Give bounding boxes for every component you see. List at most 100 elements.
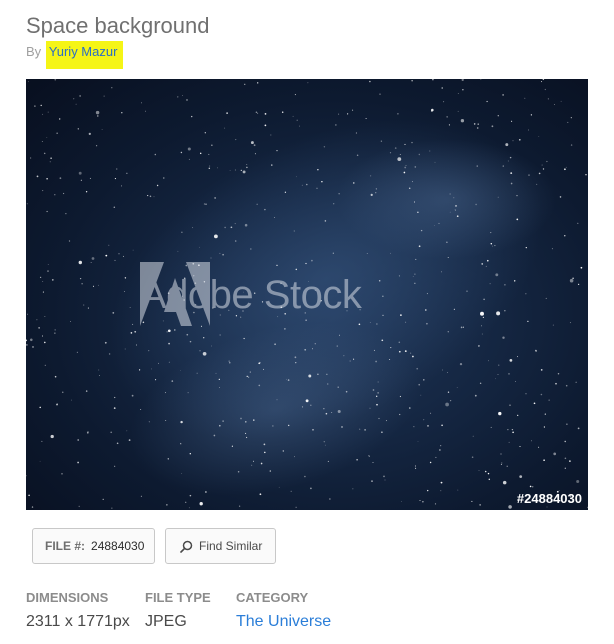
asset-detail-page: Space background By Yuriy Mazur Adobe St… [0, 0, 614, 644]
star [122, 255, 124, 257]
star [155, 379, 157, 381]
star [151, 368, 153, 370]
file-type-value: JPEG [145, 613, 187, 630]
star [54, 332, 56, 334]
star [453, 197, 455, 199]
star [413, 201, 416, 203]
star [409, 407, 411, 409]
star [471, 456, 474, 459]
star [485, 265, 487, 267]
star [376, 323, 378, 325]
star [538, 446, 540, 448]
find-similar-button[interactable]: Find Similar [165, 528, 276, 564]
star [43, 152, 46, 155]
star [104, 341, 107, 344]
star [234, 240, 237, 242]
star [553, 103, 555, 105]
star [208, 153, 210, 155]
star [366, 253, 368, 255]
star [412, 275, 414, 277]
star [323, 441, 325, 443]
star [42, 190, 44, 192]
star [140, 408, 142, 410]
star [284, 191, 287, 193]
star [181, 231, 183, 233]
author-link[interactable]: Yuriy Mazur [45, 41, 124, 69]
star [293, 230, 295, 232]
star [538, 136, 540, 138]
star [128, 439, 131, 441]
star [77, 128, 79, 130]
star [516, 356, 519, 358]
star [44, 341, 46, 344]
dimensions-label: DIMENSIONS [26, 590, 109, 605]
star [68, 240, 71, 242]
star [365, 117, 367, 120]
star [113, 206, 116, 209]
star [156, 184, 159, 187]
star [132, 249, 134, 251]
star [124, 348, 126, 350]
star [587, 506, 588, 508]
star [168, 342, 170, 345]
star [433, 225, 435, 226]
star [327, 460, 329, 462]
star [377, 392, 379, 394]
star [359, 428, 361, 430]
star [242, 170, 246, 174]
star [378, 279, 381, 282]
star [481, 333, 483, 335]
star [489, 283, 491, 285]
star [112, 312, 115, 314]
star [219, 334, 221, 336]
category-link[interactable]: The Universe [236, 612, 331, 632]
star [222, 420, 224, 422]
star [264, 124, 267, 127]
star [570, 144, 573, 146]
star [80, 179, 82, 181]
star [353, 358, 355, 360]
star [199, 350, 201, 352]
preview-image[interactable]: Adobe Stock #24884030 [26, 79, 588, 510]
star [88, 132, 91, 136]
star [446, 116, 448, 118]
star [105, 254, 108, 257]
star [560, 100, 562, 102]
star [569, 278, 574, 283]
category-label: CATEGORY [236, 590, 309, 605]
star [505, 143, 509, 147]
star [305, 399, 309, 403]
star [121, 111, 123, 114]
star [165, 420, 167, 422]
star [577, 222, 579, 225]
star [295, 506, 297, 508]
star [41, 141, 43, 143]
star [408, 187, 411, 190]
star [246, 436, 248, 439]
star [131, 394, 134, 397]
star [418, 245, 421, 248]
star [189, 340, 192, 343]
star [517, 414, 519, 417]
star [453, 308, 455, 310]
star [61, 472, 63, 475]
star [508, 441, 510, 443]
star [97, 115, 99, 117]
star [47, 270, 49, 272]
star [564, 440, 566, 443]
star [246, 166, 248, 169]
star [426, 293, 428, 295]
star [248, 376, 250, 378]
star [441, 424, 443, 427]
star [576, 479, 580, 484]
star [372, 462, 374, 463]
star [546, 160, 548, 163]
star [544, 88, 546, 91]
star [569, 322, 571, 324]
dimensions-detail: DIMENSIONS 2311 x 1771px [26, 590, 130, 632]
star [487, 259, 489, 262]
star [39, 276, 42, 279]
star [42, 291, 44, 293]
star [30, 338, 33, 342]
star [249, 371, 251, 373]
